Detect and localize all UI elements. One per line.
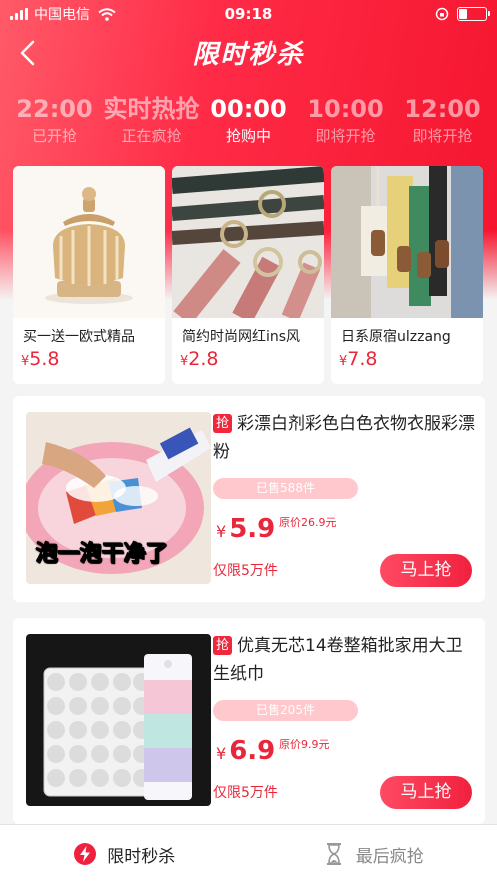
- sold-count-bar: 已售205件: [213, 700, 358, 721]
- stock-limit: 仅限5万件: [213, 563, 278, 579]
- product-card[interactable]: 泡一泡干净了 抢彩漂白剂彩色白色衣物衣服彩漂粉 已售588件 ¥5.9 原价26…: [13, 396, 485, 602]
- grab-badge: 抢: [213, 414, 232, 433]
- product-price: ¥6.9: [216, 736, 276, 766]
- featured-card[interactable]: 日系原宿ulzzang ¥7.8: [331, 166, 483, 384]
- time-tab-status: 即将开抢: [315, 127, 376, 145]
- featured-card[interactable]: 简约时尚网红ins风 ¥2.8: [172, 166, 324, 384]
- featured-card[interactable]: 买一送一欧式精品 ¥5.8: [13, 166, 165, 384]
- time-tab-time: 22:00: [16, 95, 93, 123]
- time-tab-live[interactable]: 实时热抢 正在疯抢: [104, 92, 200, 152]
- time-tab-1000[interactable]: 10:00 即将开抢: [298, 92, 394, 152]
- grab-now-button[interactable]: 马上抢: [380, 554, 472, 587]
- time-tab-status: 抢购中: [225, 127, 271, 145]
- time-slot-tabs: 22:00 已开抢 实时热抢 正在疯抢 00:00 抢购中 10:00 即将开抢…: [0, 92, 497, 152]
- product-image-bags: [331, 166, 483, 318]
- hourglass-icon: [326, 843, 341, 865]
- time-tab-time: 12:00: [404, 95, 481, 123]
- grab-badge: 抢: [213, 636, 232, 655]
- featured-name: 简约时尚网红ins风: [182, 329, 301, 345]
- original-price: 原价9.9元: [279, 738, 330, 751]
- product-price: ¥5.9: [216, 514, 276, 544]
- tab-flash-sale[interactable]: 限时秒杀: [0, 825, 249, 883]
- product-title-text: 优真无芯14卷整箱批家用大卫生纸巾: [213, 636, 463, 684]
- original-price: 原价26.9元: [279, 516, 337, 529]
- status-time: 09:18: [224, 5, 273, 23]
- product-card[interactable]: 抢优真无芯14卷整箱批家用大卫生纸巾 已售205件 ¥6.9 原价9.9元 仅限…: [13, 618, 485, 824]
- featured-products: 买一送一欧式精品 ¥5.8 简约时尚网红ins风 ¥2.8 日系原宿ulzzan…: [13, 166, 485, 384]
- product-image-toilet-paper: [26, 634, 211, 806]
- tab-label: 限时秒杀: [107, 846, 176, 867]
- product-title: 抢优真无芯14卷整箱批家用大卫生纸巾: [213, 632, 475, 688]
- time-tab-status: 正在疯抢: [121, 127, 182, 145]
- time-tab-status: 已开抢: [31, 127, 77, 145]
- time-tab-1200[interactable]: 12:00 即将开抢: [395, 92, 491, 152]
- time-tab-time: 00:00: [210, 95, 287, 123]
- time-tab-time: 10:00: [307, 95, 384, 123]
- status-bar: 中国电信 09:18: [0, 0, 497, 28]
- product-title: 抢彩漂白剂彩色白色衣物衣服彩漂粉: [213, 410, 475, 466]
- bottom-tab-bar: 限时秒杀 最后疯抢: [0, 824, 497, 883]
- image-caption: 泡一泡干净了: [35, 542, 169, 568]
- featured-price: ¥5.8: [21, 348, 60, 370]
- time-tab-0000[interactable]: 00:00 抢购中: [201, 92, 297, 152]
- featured-price: ¥7.8: [339, 348, 378, 370]
- featured-price: ¥2.8: [180, 348, 219, 370]
- product-title-text: 彩漂白剂彩色白色衣物衣服彩漂粉: [213, 414, 475, 462]
- product-image-bleach: 泡一泡干净了: [26, 412, 211, 584]
- grab-now-button[interactable]: 马上抢: [380, 776, 472, 809]
- time-tab-time: 实时热抢: [103, 95, 200, 123]
- tab-label: 最后疯抢: [355, 846, 424, 867]
- page-title: 限时秒杀: [192, 40, 305, 70]
- featured-name: 日系原宿ulzzang: [341, 329, 451, 345]
- lightning-icon: [74, 843, 97, 865]
- sold-count-bar: 已售588件: [213, 478, 358, 499]
- tab-last-chance[interactable]: 最后疯抢: [249, 825, 497, 883]
- time-tab-2200[interactable]: 22:00 已开抢: [7, 92, 103, 152]
- battery-icon: [457, 7, 490, 21]
- time-tab-status: 即将开抢: [412, 127, 473, 145]
- featured-name: 买一送一欧式精品: [23, 329, 135, 345]
- stock-limit: 仅限5万件: [213, 785, 278, 801]
- product-image-belts: [172, 166, 324, 318]
- product-image-glass-jar: [13, 166, 165, 318]
